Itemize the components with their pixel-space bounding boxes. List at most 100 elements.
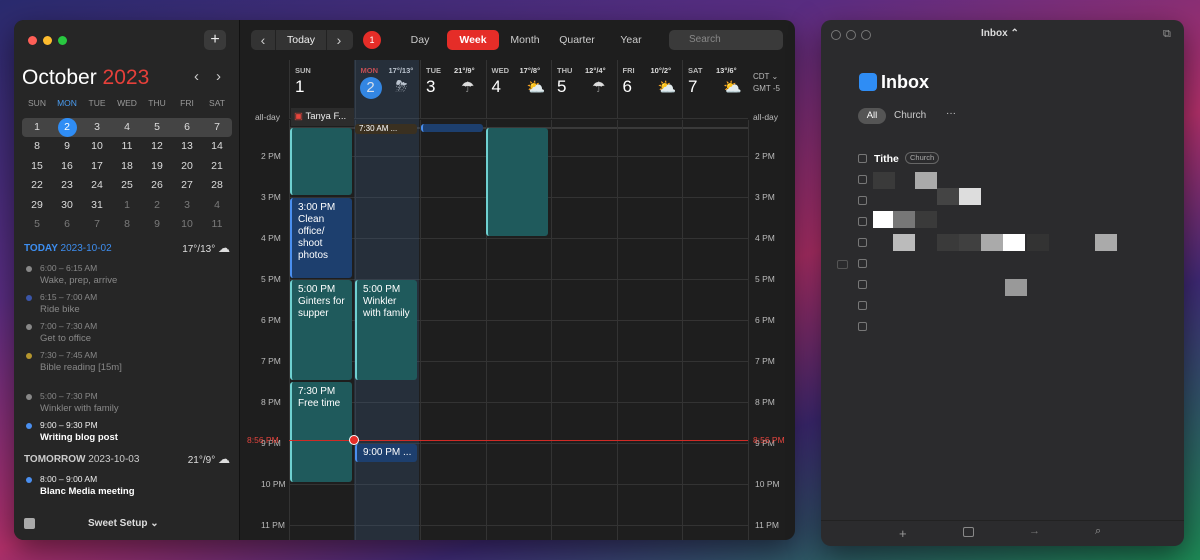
- mini-day[interactable]: 10: [82, 137, 112, 157]
- day-header-thu[interactable]: THU 5 12°/4° ☂: [551, 60, 616, 118]
- mini-day[interactable]: 14: [202, 137, 232, 157]
- view-year-tab[interactable]: Year: [615, 30, 647, 50]
- mini-day[interactable]: 2: [52, 117, 82, 138]
- mini-day[interactable]: 4: [112, 118, 142, 138]
- task-checkbox[interactable]: [858, 301, 867, 310]
- zoom-button[interactable]: [58, 36, 67, 45]
- day-header-wed[interactable]: WED 4 17°/8° ⛅: [485, 60, 551, 118]
- prev-week-button[interactable]: ‹: [253, 30, 273, 50]
- event-writing-blog[interactable]: 9:00 PM ...: [355, 444, 417, 462]
- event-winkler[interactable]: 5:00 PM Winkler with family: [355, 280, 417, 380]
- event-clean-office[interactable]: 3:00 PM Clean office/ shoot photos: [290, 198, 352, 278]
- mini-day[interactable]: 20: [172, 157, 202, 177]
- task-checkbox[interactable]: [858, 259, 867, 268]
- mini-day[interactable]: 9: [52, 137, 82, 157]
- task-title[interactable]: Tithe: [874, 153, 899, 165]
- mini-day[interactable]: 13: [172, 137, 202, 157]
- agenda-event[interactable]: 6:00 – 6:15 AM Wake, prep, arrive: [24, 263, 230, 291]
- task-checkbox[interactable]: [858, 238, 867, 247]
- task-tag[interactable]: Church: [905, 152, 940, 164]
- task-checkbox[interactable]: [858, 322, 867, 331]
- event-block-wed-top[interactable]: [486, 128, 548, 236]
- event-free-time[interactable]: 7:30 PM Free time: [290, 382, 352, 482]
- notification-badge[interactable]: 1: [363, 31, 381, 49]
- agenda-event[interactable]: 7:00 – 7:30 AM Get to office: [24, 321, 230, 349]
- agenda-event[interactable]: 8:00 – 9:00 AM Blanc Media meeting: [24, 474, 230, 502]
- day-header-sat[interactable]: SAT 7 13°/6° ⛅: [682, 60, 747, 118]
- mini-day[interactable]: 6: [172, 118, 202, 138]
- day-header-tue[interactable]: TUE 3 21°/9° ☂: [420, 60, 485, 118]
- mini-day[interactable]: 24: [82, 176, 112, 196]
- mini-day[interactable]: 7: [202, 118, 232, 138]
- view-month-tab[interactable]: Month: [505, 30, 545, 50]
- search-icon[interactable]: ⌕: [1095, 525, 1101, 538]
- mini-day[interactable]: 11: [202, 215, 232, 235]
- mini-day[interactable]: 1: [112, 196, 142, 216]
- minimize-button[interactable]: [846, 30, 856, 40]
- mini-day[interactable]: 4: [202, 196, 232, 216]
- event-block-mon-top[interactable]: 7:30 AM ...: [355, 124, 417, 134]
- add-icon[interactable]: +: [899, 526, 907, 541]
- mini-day[interactable]: 3: [82, 118, 112, 138]
- agenda-event[interactable]: 5:00 – 7:30 PM Winkler with family: [24, 391, 230, 419]
- mini-day[interactable]: 30: [52, 196, 82, 216]
- calendar-set-selector[interactable]: Sweet Setup ⌄: [88, 518, 159, 529]
- agenda-event[interactable]: 6:15 – 7:00 AM Ride bike: [24, 292, 230, 320]
- task-checkbox[interactable]: [858, 280, 867, 289]
- task-checkbox[interactable]: [858, 154, 867, 163]
- event-block-sun-top[interactable]: [290, 128, 352, 195]
- mini-day[interactable]: 18: [112, 157, 142, 177]
- mini-day[interactable]: 9: [142, 215, 172, 235]
- mini-day[interactable]: 6: [52, 215, 82, 235]
- search-input[interactable]: Search: [669, 30, 783, 50]
- mini-day[interactable]: 31: [82, 196, 112, 216]
- allday-event[interactable]: ▣ Tanya F...: [291, 108, 354, 126]
- mini-day[interactable]: 25: [112, 176, 142, 196]
- mini-day[interactable]: 11: [112, 137, 142, 157]
- add-event-button[interactable]: +: [204, 30, 226, 50]
- mini-day[interactable]: 2: [142, 196, 172, 216]
- mini-day[interactable]: 21: [202, 157, 232, 177]
- mini-day[interactable]: 5: [142, 118, 172, 138]
- close-button[interactable]: [831, 30, 841, 40]
- mini-day[interactable]: 12: [142, 137, 172, 157]
- minimize-button[interactable]: [43, 36, 52, 45]
- mini-day[interactable]: 8: [112, 215, 142, 235]
- calendar-icon[interactable]: [963, 527, 974, 537]
- prev-month-button[interactable]: ‹: [194, 68, 199, 85]
- mini-day[interactable]: 26: [142, 176, 172, 196]
- mini-day[interactable]: 17: [82, 157, 112, 177]
- mini-day[interactable]: 28: [202, 176, 232, 196]
- next-week-button[interactable]: ›: [329, 30, 349, 50]
- mini-day[interactable]: 5: [22, 215, 52, 235]
- mini-day[interactable]: 7: [82, 215, 112, 235]
- copy-icon[interactable]: ⧉: [1163, 28, 1171, 41]
- arrow-right-icon[interactable]: →: [1029, 525, 1040, 537]
- view-week-tab[interactable]: Week: [447, 30, 499, 50]
- filter-church[interactable]: Church: [894, 110, 926, 121]
- view-day-tab[interactable]: Day: [403, 30, 437, 50]
- mini-day[interactable]: 3: [172, 196, 202, 216]
- timezone-selector[interactable]: CDT ⌄: [753, 72, 778, 81]
- task-checkbox[interactable]: [858, 175, 867, 184]
- next-month-button[interactable]: ›: [216, 68, 221, 85]
- day-header-fri[interactable]: FRI 6 10°/2° ⛅: [616, 60, 682, 118]
- event-ginters[interactable]: 5:00 PM Ginters for supper: [290, 280, 352, 380]
- zoom-button[interactable]: [861, 30, 871, 40]
- event-block-tue-top[interactable]: [421, 124, 483, 132]
- mini-day[interactable]: 10: [172, 215, 202, 235]
- mini-day[interactable]: 8: [22, 137, 52, 157]
- close-button[interactable]: [28, 36, 37, 45]
- mini-day[interactable]: 22: [22, 176, 52, 196]
- more-icon[interactable]: ···: [946, 108, 956, 119]
- today-button[interactable]: Today: [275, 30, 327, 50]
- task-checkbox[interactable]: [858, 217, 867, 226]
- task-checkbox[interactable]: [858, 196, 867, 205]
- mini-day[interactable]: 23: [52, 176, 82, 196]
- agenda-event[interactable]: 9:00 – 9:30 PM Writing blog post: [24, 420, 230, 448]
- mini-day[interactable]: 27: [172, 176, 202, 196]
- mini-day[interactable]: 29: [22, 196, 52, 216]
- mini-day[interactable]: 15: [22, 157, 52, 177]
- calendar-toggle-checkbox[interactable]: [24, 518, 35, 529]
- filter-all[interactable]: All: [858, 108, 886, 124]
